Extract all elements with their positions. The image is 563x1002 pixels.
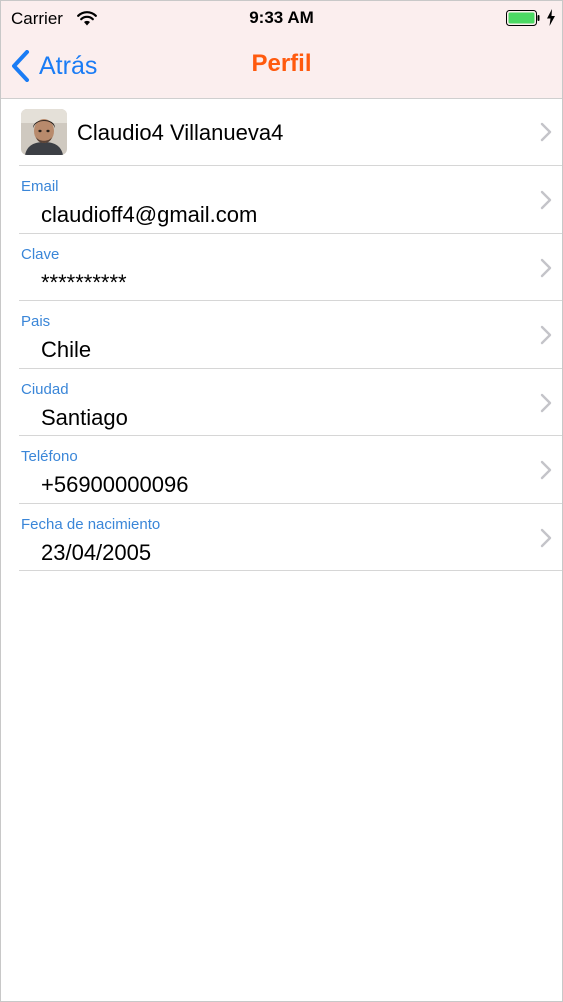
city-value: Santiago xyxy=(41,404,128,430)
email-row[interactable]: Email claudioff4@gmail.com xyxy=(1,166,562,234)
password-value: ********** xyxy=(41,269,127,295)
status-bar: Carrier 9:33 AM xyxy=(1,1,562,35)
chevron-right-icon xyxy=(540,258,552,277)
country-value: Chile xyxy=(41,337,92,362)
chevron-right-icon xyxy=(540,393,552,412)
battery-icon xyxy=(506,10,540,26)
country-label: Pais xyxy=(21,313,51,330)
profile-row[interactable]: Claudio4 Villanueva4 xyxy=(1,99,562,166)
chevron-right-icon xyxy=(540,190,552,210)
birthdate-label: Fecha de nacimiento xyxy=(21,515,161,533)
country-row[interactable]: Pais Chile xyxy=(1,301,562,369)
chevron-right-icon xyxy=(540,122,552,142)
email-value: claudioff4@gmail.com xyxy=(41,202,258,227)
birthdate-value: 23/04/2005 xyxy=(41,539,152,565)
profile-list: Claudio4 Villanueva4 Email claudioff4@gm… xyxy=(1,99,562,571)
phone-value: +56900000096 xyxy=(41,472,189,497)
chevron-right-icon xyxy=(540,528,552,547)
password-row[interactable]: Clave ********** xyxy=(1,234,562,302)
phone-row[interactable]: Teléfono +56900000096 xyxy=(1,436,562,504)
password-label: Clave xyxy=(21,245,60,263)
status-time: 9:33 AM xyxy=(249,8,314,27)
city-label: Ciudad xyxy=(21,380,69,398)
avatar xyxy=(21,109,67,155)
charging-bolt-icon xyxy=(547,9,555,26)
email-label: Email xyxy=(21,178,59,195)
city-row[interactable]: Ciudad Santiago xyxy=(1,369,562,437)
profile-screen: Carrier 9:33 AM Atrás Perfil Claudio4 Vi… xyxy=(0,0,563,1002)
top-bar: Carrier 9:33 AM Atrás Perfil xyxy=(1,1,562,99)
avatar-photo-icon xyxy=(21,109,67,155)
birthdate-row[interactable]: Fecha de nacimiento 23/04/2005 xyxy=(1,504,562,572)
chevron-right-icon xyxy=(540,325,552,345)
profile-name: Claudio4 Villanueva4 xyxy=(77,120,284,145)
phone-label: Teléfono xyxy=(21,448,78,465)
chevron-right-icon xyxy=(540,460,552,480)
navigation-bar: Atrás Perfil xyxy=(1,35,562,97)
page-title: Perfil xyxy=(251,50,312,77)
